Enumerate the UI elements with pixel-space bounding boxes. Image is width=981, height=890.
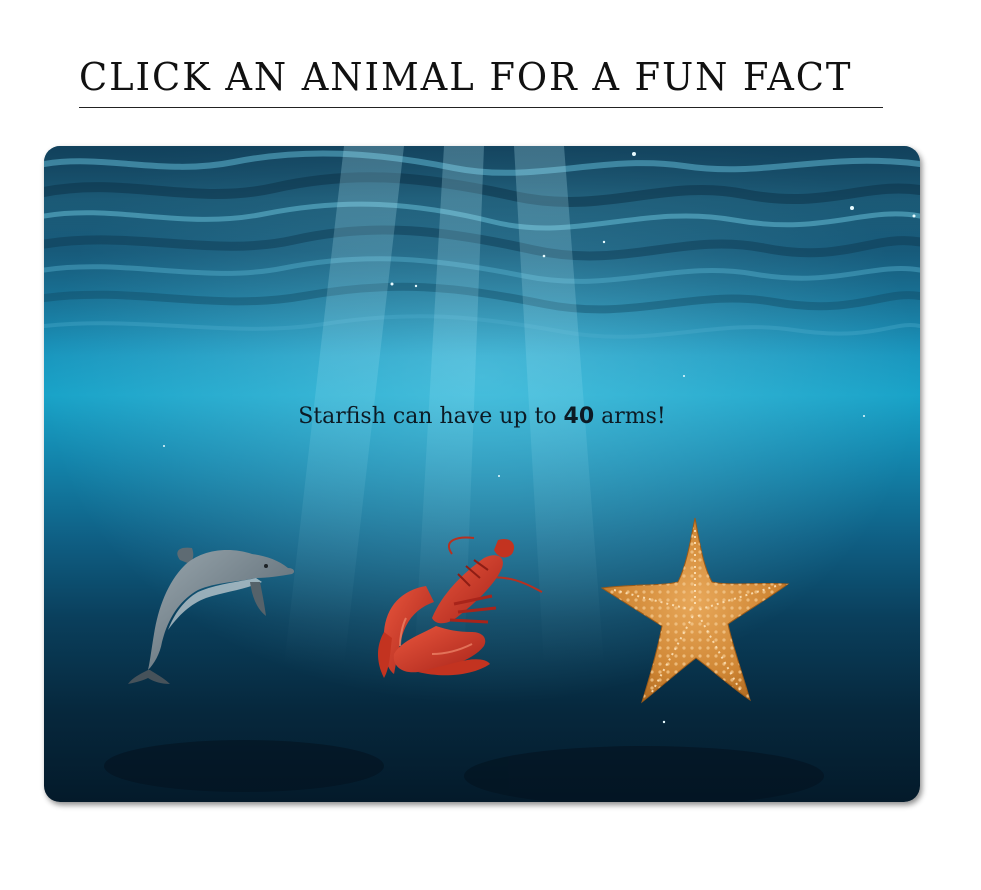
page: Click an animal for a fun fact	[0, 0, 981, 890]
dolphin-button[interactable]	[128, 538, 300, 688]
page-title: Click an animal for a fun fact	[79, 55, 853, 99]
lobster-icon	[378, 536, 543, 678]
fun-fact-suffix: arms!	[594, 404, 666, 429]
starfish-icon	[600, 517, 790, 704]
title-underline	[79, 107, 883, 108]
lobster-button[interactable]	[362, 534, 544, 684]
underwater-scene: Starfish can have up to 40 arms!	[44, 146, 920, 802]
starfish-button[interactable]	[600, 516, 790, 704]
fun-fact-text: Starfish can have up to 40 arms!	[44, 404, 920, 429]
fun-fact-prefix: Starfish can have up to	[298, 404, 564, 429]
dolphin-icon	[128, 547, 295, 684]
fun-fact-number: 40	[563, 404, 595, 429]
